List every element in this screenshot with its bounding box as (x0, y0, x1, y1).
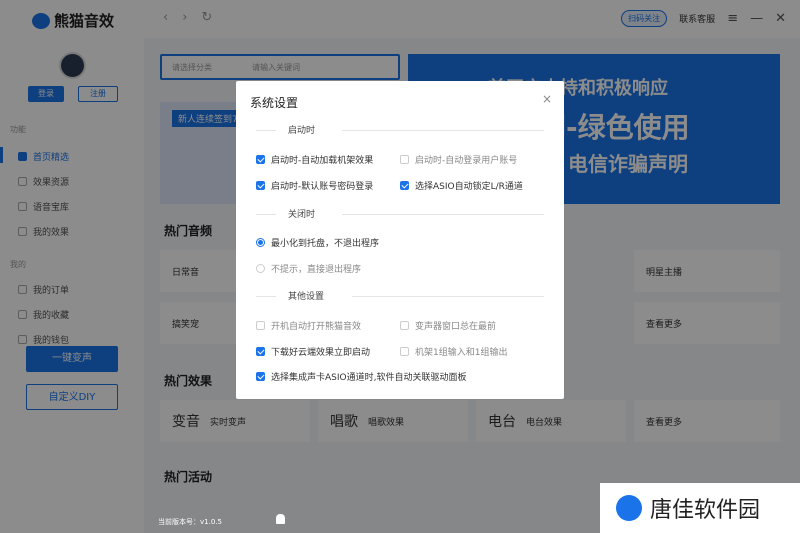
checkbox-checked[interactable] (256, 181, 265, 190)
opt-default-pwd[interactable]: 启动时-默认账号密码登录 (256, 179, 373, 192)
opt-exit-directly[interactable]: 不提示，直接退出程序 (256, 262, 361, 275)
opt-asio-lock[interactable]: 选择ASIO自动锁定L/R通道 (400, 179, 523, 192)
radio[interactable] (256, 264, 265, 273)
checkbox[interactable] (256, 321, 265, 330)
radio-selected[interactable] (256, 238, 265, 247)
checkbox-checked[interactable] (256, 372, 265, 381)
opt-minimize-tray[interactable]: 最小化到托盘，不退出程序 (256, 236, 379, 249)
watermark: 唐佳软件园 (600, 483, 800, 533)
checkbox[interactable] (400, 155, 409, 164)
opt-rack-io[interactable]: 机架1组输入和1组输出 (400, 345, 507, 358)
group-other: 其他设置 (256, 289, 544, 303)
opt-download-start[interactable]: 下载好云端效果立即启动 (256, 345, 370, 358)
group-startup: 启动时 (256, 123, 544, 137)
dialog-title: 系统设置 (250, 96, 299, 110)
opt-auto-load[interactable]: 启动时-自动加载机架效果 (256, 153, 373, 166)
checkbox-checked[interactable] (256, 347, 265, 356)
bell-icon[interactable] (276, 514, 285, 524)
settings-dialog: 系统设置 × 启动时 启动时-自动加载机架效果 启动时-自动登录用户账号 启动时… (236, 81, 564, 399)
opt-asio-panel[interactable]: 选择集成声卡ASIO通道时,软件自动关联驱动面板 (256, 370, 466, 383)
opt-auto-login[interactable]: 启动时-自动登录用户账号 (400, 153, 517, 166)
checkbox-checked[interactable] (400, 181, 409, 190)
version-label: 当前版本号：v1.0.5 (158, 518, 222, 526)
close-icon[interactable]: × (542, 92, 552, 106)
opt-open-on-boot[interactable]: 开机自动打开熊猫音效 (256, 319, 361, 332)
checkbox[interactable] (400, 321, 409, 330)
opt-topmost[interactable]: 变声器窗口总在最前 (400, 319, 496, 332)
group-close: 关闭时 (256, 207, 544, 221)
globe-logo-icon (616, 495, 642, 521)
checkbox[interactable] (400, 347, 409, 356)
checkbox-checked[interactable] (256, 155, 265, 164)
